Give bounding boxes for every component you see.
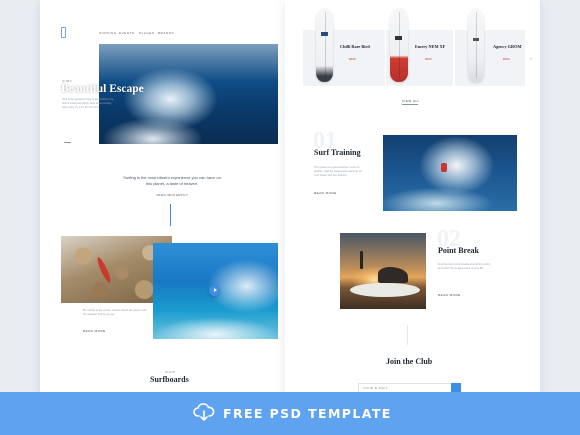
stringer — [324, 12, 326, 78]
stringer — [476, 12, 477, 78]
board-3-name: Agency GROM — [493, 44, 522, 49]
hero-divider — [64, 142, 71, 143]
training-text: The ocean is a great teacher. Learn to p… — [314, 166, 362, 177]
training-read-more-link[interactable]: READ MORE — [314, 191, 337, 195]
point-break-read-more-link[interactable]: READ MORE — [438, 293, 461, 297]
board-2-price: $659 — [425, 57, 432, 61]
banner-title: FREE PSD TEMPLATE — [223, 406, 392, 421]
board-1-price: $699 — [349, 57, 356, 61]
red-surfboard-shape — [95, 256, 113, 284]
surfboards-eyebrow: SHOP — [165, 370, 176, 374]
club-title: Join the Club — [386, 357, 433, 366]
stringer — [399, 12, 400, 78]
play-icon — [213, 288, 217, 292]
board-logo — [473, 38, 479, 41]
nav-item-brands[interactable]: BRANDS — [158, 31, 174, 35]
board-card-3[interactable] — [455, 30, 525, 86]
right-page-mockup: Chilli Rare Bird $699 Emery NEM XF $659 … — [285, 0, 540, 435]
gallery-text: Be careful at the ocean, always check th… — [83, 309, 147, 316]
surfboard-bottom — [350, 283, 420, 297]
surfboards-title: Surfboards — [150, 375, 189, 384]
board-logo — [395, 36, 402, 40]
nav-item-surfing[interactable]: SURFING — [99, 31, 117, 35]
board-3-price: $599 — [503, 57, 510, 61]
quote-text: Surfing is the most blissful experience … — [123, 175, 221, 186]
board-logo — [321, 32, 328, 36]
nav-item-events[interactable]: EVENTS — [119, 31, 135, 35]
logo-mark — [61, 27, 66, 38]
surfboard-3-image — [468, 8, 484, 82]
point-break-title: Point Break — [438, 246, 479, 255]
left-page-mockup: SURFING EVENTS PLACES BRANDS SURF Beauti… — [40, 0, 296, 435]
view-all-link[interactable]: VIEW ALL — [402, 99, 420, 103]
surfer-figure — [441, 163, 447, 172]
view-all-underline — [402, 104, 418, 105]
surfboard-fins — [378, 267, 408, 283]
quote-author-link[interactable]: JOHN MCCARTHY — [156, 193, 188, 197]
cloud-download-icon — [193, 403, 215, 421]
free-psd-banner: FREE PSD TEMPLATE — [0, 392, 580, 435]
gallery-read-more-link[interactable]: READ MORE — [83, 329, 106, 333]
hero-text: This is the greatest thing in the world … — [62, 98, 114, 109]
nav-item-places[interactable]: PLACES — [139, 31, 154, 35]
chevron-right-icon[interactable]: › — [530, 56, 532, 62]
point-break-text: Find the best point breaks around the wo… — [438, 263, 490, 270]
quote-accent-line — [170, 204, 171, 226]
hero-title: Beautiful Escape — [61, 83, 144, 95]
surfboard-1-image — [316, 8, 333, 82]
board-2-name: Emery NEM XF — [415, 44, 446, 49]
play-button[interactable] — [209, 285, 220, 296]
board-1-name: Chilli Rare Bird — [340, 44, 370, 49]
surf-training-image — [383, 135, 517, 211]
wave-video-image[interactable] — [153, 243, 278, 339]
club-accent-line — [407, 325, 408, 345]
surfboard-2-image — [390, 8, 408, 82]
email-placeholder: YOUR E-MAIL — [363, 386, 389, 390]
point-break-image — [340, 233, 426, 309]
training-title: Surf Training — [314, 148, 361, 157]
person-silhouette — [360, 251, 363, 269]
